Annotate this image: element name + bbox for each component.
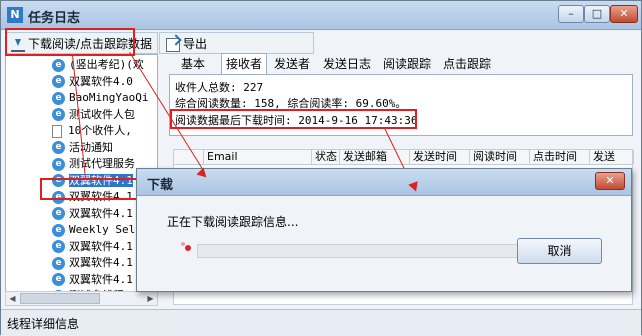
dialog-message: 正在下载阅读跟踪信息...: [167, 215, 299, 229]
grid-column-header[interactable]: 发送: [590, 150, 634, 164]
window-title: 任务日志: [28, 11, 81, 26]
cancel-button[interactable]: 取消: [517, 238, 602, 264]
tree-item-label: (竖出考纪)(欢: [69, 58, 144, 71]
tab-3[interactable]: 发送日志: [319, 54, 375, 74]
recipient-grid-header: Email 状态 发送邮箱 发送时间 阅读时间 点击时间 发送: [173, 149, 634, 165]
tree-item[interactable]: e 双翼软件4.1: [52, 238, 133, 255]
title-bar[interactable]: N 任务日志 – □ ✕: [1, 1, 641, 30]
total-recipients-text: 收件人总数: 227: [175, 81, 264, 94]
close-button[interactable]: ✕: [610, 5, 638, 23]
document-icon: [52, 124, 62, 138]
grid-column-header[interactable]: 点击时间: [530, 150, 590, 164]
tree-item-label: 双翼软件4.0: [69, 74, 133, 88]
annotation-box-last-download: [170, 109, 417, 129]
ie-page-icon: e: [52, 75, 65, 88]
annotation-box-download: [5, 28, 135, 56]
export-label: 导出: [183, 37, 208, 51]
grid-column-header[interactable]: Email: [204, 150, 312, 164]
tree-item[interactable]: e 双翼软件4.0: [52, 73, 133, 90]
ie-page-icon: e: [52, 58, 65, 72]
tree-item[interactable]: e 测试收件人包: [52, 106, 135, 123]
dialog-title: 下载: [147, 178, 174, 193]
tree-item[interactable]: e 测试代理服务: [52, 155, 135, 172]
ie-page-icon: e: [52, 273, 65, 286]
dialog-title-bar[interactable]: 下载 ✕: [137, 169, 631, 196]
ie-page-icon: e: [52, 108, 65, 121]
grid-column-header[interactable]: 阅读时间: [470, 150, 530, 164]
scroll-left-icon[interactable]: ◀: [6, 292, 19, 305]
tab-1[interactable]: 接收者: [221, 53, 268, 75]
grid-column-header[interactable]: 状态: [312, 150, 340, 164]
tree-item-label: 10个收件人,: [68, 124, 132, 137]
scroll-right-icon[interactable]: ▶: [144, 292, 157, 305]
tree-item-label: 双翼软件4.1: [69, 256, 133, 269]
ie-page-icon: e: [52, 223, 65, 237]
download-progress-bar: [197, 244, 521, 258]
download-dialog: 下载 ✕ 正在下载阅读跟踪信息... 取消: [136, 168, 632, 292]
tab-5[interactable]: 点击跟踪: [439, 54, 495, 74]
annotation-box-selected-task: [40, 178, 140, 200]
tab-0[interactable]: 基本: [177, 54, 209, 74]
tree-item-label: 测试代理服务: [69, 157, 135, 170]
ie-page-icon: e: [52, 157, 65, 171]
tree-item-label: 双翼软件4.1: [69, 272, 133, 286]
export-button[interactable]: 导出: [166, 35, 207, 53]
loading-spinner-icon: [181, 241, 195, 255]
grid-column-header[interactable]: [174, 150, 204, 164]
tree-item-label: BaoMingYaoQi: [69, 91, 149, 104]
tab-2[interactable]: 发送者: [270, 54, 314, 74]
export-icon: [166, 37, 180, 52]
tree-item[interactable]: e BaoMingYaoQi: [52, 89, 148, 106]
dialog-close-button[interactable]: ✕: [595, 172, 625, 190]
ie-page-icon: e: [52, 91, 65, 105]
grid-column-header[interactable]: 发送时间: [410, 150, 470, 164]
app-logo-icon: N: [7, 7, 23, 23]
ie-page-icon: e: [52, 256, 65, 270]
ie-page-icon: e: [52, 240, 65, 253]
right-toolbar: 导出: [159, 32, 314, 54]
status-bar: 线程详细信息: [1, 309, 641, 336]
scroll-thumb[interactable]: [20, 293, 100, 304]
tree-item-label: Weekly Sele: [69, 223, 142, 236]
tree-item-label: 活动通知: [69, 140, 113, 154]
tree-item[interactable]: e (竖出考纪)(欢: [52, 56, 144, 73]
tree-item-label: 双翼软件4.1: [69, 239, 133, 253]
ie-page-icon: e: [52, 141, 65, 154]
tree-item[interactable]: e Weekly Sele: [52, 221, 142, 238]
tab-4[interactable]: 阅读跟踪: [379, 54, 435, 74]
ie-page-icon: e: [52, 207, 65, 220]
maximize-button[interactable]: □: [584, 5, 610, 23]
tree-item[interactable]: e 双翼软件4.1: [52, 205, 133, 222]
status-text: 线程详细信息: [7, 317, 80, 331]
tree-item[interactable]: e 双翼软件4.1: [52, 254, 133, 271]
minimize-button[interactable]: –: [558, 5, 584, 23]
tree-item-label: 双翼软件4.1: [69, 206, 133, 220]
tree-item[interactable]: 10个收件人,: [52, 122, 132, 139]
tree-horizontal-scrollbar[interactable]: ◀ ▶: [5, 291, 158, 306]
tree-item[interactable]: e 双翼软件4.1: [52, 271, 133, 288]
